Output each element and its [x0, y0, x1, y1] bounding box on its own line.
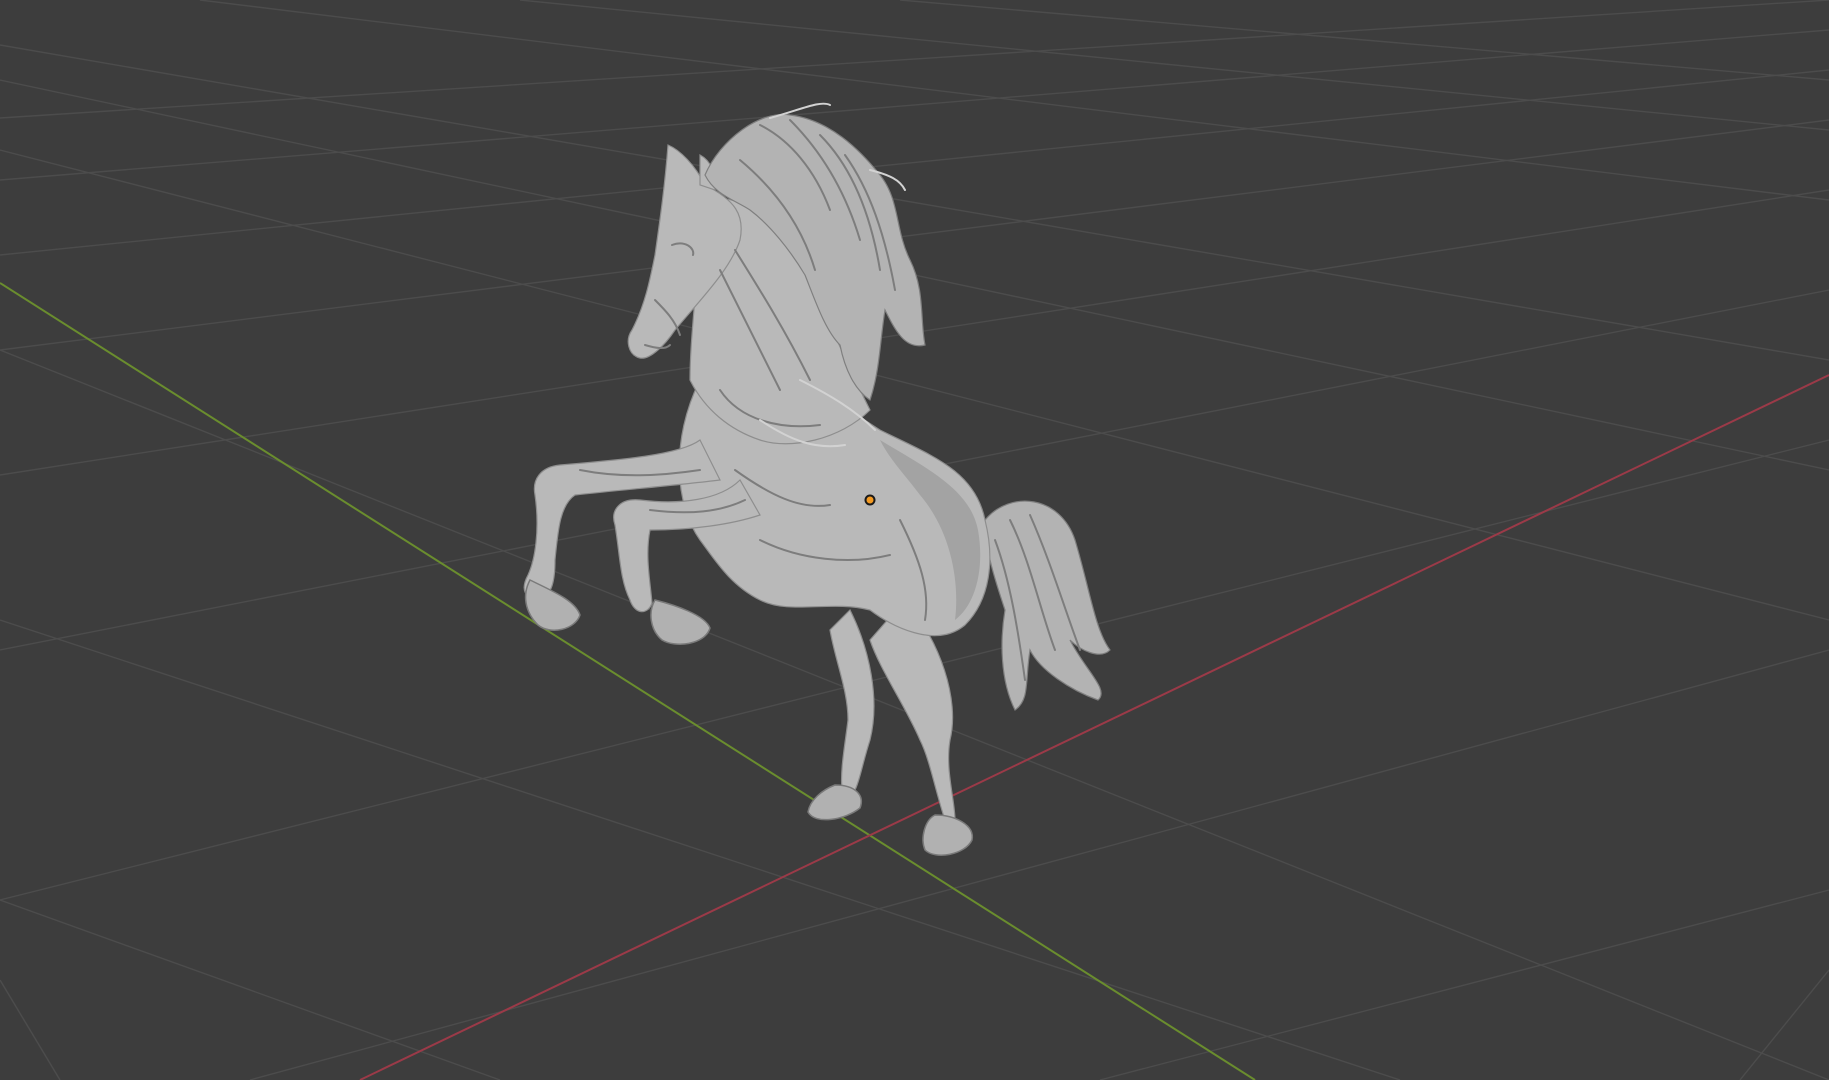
object-origin-point[interactable]	[864, 494, 876, 506]
horse-tail	[984, 500, 1111, 711]
3d-viewport[interactable]	[0, 0, 1829, 1080]
viewport-canvas[interactable]	[0, 0, 1829, 1080]
horse-mesh[interactable]	[523, 102, 1111, 856]
horse-hind-legs	[807, 599, 973, 856]
